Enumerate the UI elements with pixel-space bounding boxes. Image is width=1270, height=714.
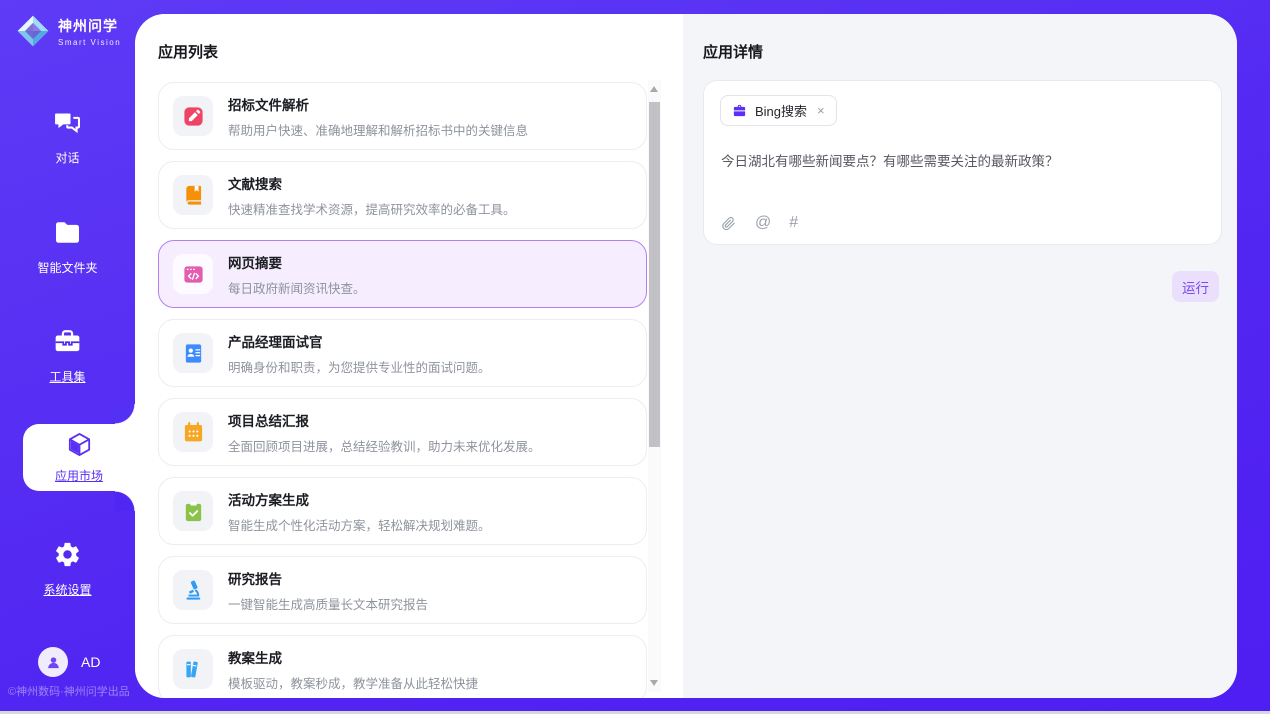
briefcase-icon [732, 103, 747, 118]
chat-icon [53, 108, 82, 142]
app-card-description: 每日政府新闻资讯快查。 [228, 278, 366, 297]
tool-tag-bing-search[interactable]: Bing搜索 × [720, 95, 837, 126]
app-card-8[interactable]: 教案生成模板驱动，教案秒成，教学准备从此轻松快捷 [158, 635, 647, 698]
diamond-gem-icon [15, 13, 51, 49]
sidebar-item-2[interactable]: 智能文件夹 [0, 218, 135, 276]
cube-icon [66, 431, 93, 463]
sidebar-item-3[interactable]: 工具集 [0, 327, 135, 385]
tool-tag-label: Bing搜索 [755, 101, 807, 120]
query-input[interactable]: 今日湖北有哪些新闻要点？有哪些需要关注的最新政策？ [721, 152, 1205, 172]
main-panel: 应用列表 招标文件解析帮助用户快速、准确地理解和解析招标书中的关键信息文献搜索快… [135, 14, 1237, 698]
app-card-2[interactable]: 文献搜索快速精准查找学术资源，提高研究效率的必备工具。 [158, 161, 647, 229]
sidebar: 神州问学 Smart Vision 对话智能文件夹工具集应用市场系统设置 AD … [0, 0, 135, 714]
app-card-title: 招标文件解析 [228, 94, 528, 114]
clipboard-check-icon [173, 491, 213, 531]
scroll-down-arrow-icon[interactable] [650, 680, 658, 686]
at-icon[interactable]: @ [755, 214, 771, 232]
app-card-title: 研究报告 [228, 568, 428, 588]
app-card-title: 活动方案生成 [228, 489, 491, 509]
user-name: AD [81, 654, 100, 670]
resume-icon [173, 333, 213, 373]
brand-subtitle: Smart Vision [58, 38, 121, 47]
run-button[interactable]: 运行 [1172, 271, 1219, 302]
scrollbar-thumb[interactable] [649, 102, 660, 447]
book-icon [173, 175, 213, 215]
app-card-title: 文献搜索 [228, 173, 516, 193]
app-card-1[interactable]: 招标文件解析帮助用户快速、准确地理解和解析招标书中的关键信息 [158, 82, 647, 150]
app-card-title: 产品经理面试官 [228, 331, 491, 351]
paperclip-icon[interactable] [720, 215, 737, 232]
brand-name: 神州问学 [58, 16, 121, 36]
app-card-6[interactable]: 活动方案生成智能生成个性化活动方案，轻松解决规划难题。 [158, 477, 647, 545]
app-detail-pane: 应用详情 Bing搜索 × 今日湖北有哪些新闻要点？有哪些需要关注的最新政策？ … [683, 14, 1237, 698]
app-card-7[interactable]: 研究报告一键智能生成高质量长文本研究报告 [158, 556, 647, 624]
toolbox-icon [53, 327, 82, 361]
app-card-list: 招标文件解析帮助用户快速、准确地理解和解析招标书中的关键信息文献搜索快速精准查找… [158, 82, 647, 698]
app-card-description: 模板驱动，教案秒成，教学准备从此轻松快捷 [228, 673, 478, 692]
app-card-description: 明确身份和职责，为您提供专业性的面试问题。 [228, 357, 491, 376]
scroll-up-arrow-icon[interactable] [650, 86, 658, 92]
sidebar-item-4[interactable]: 应用市场 [23, 424, 135, 491]
browser-code-icon [173, 254, 213, 294]
user-icon [45, 654, 62, 671]
app-list-pane: 应用列表 招标文件解析帮助用户快速、准确地理解和解析招标书中的关键信息文献搜索快… [135, 14, 683, 698]
list-scrollbar[interactable] [648, 80, 661, 692]
app-card-title: 网页摘要 [228, 252, 366, 272]
app-window: 神州问学 Smart Vision 对话智能文件夹工具集应用市场系统设置 AD … [0, 0, 1270, 714]
books-icon [173, 649, 213, 689]
app-card-description: 全面回顾项目进展，总结经验教训，助力未来优化发展。 [228, 436, 541, 455]
sidebar-item-5[interactable]: 系统设置 [0, 540, 135, 598]
app-card-4[interactable]: 产品经理面试官明确身份和职责，为您提供专业性的面试问题。 [158, 319, 647, 387]
sidebar-item-label: 对话 [55, 149, 79, 166]
app-detail-title: 应用详情 [703, 41, 763, 62]
user-chip[interactable]: AD [38, 647, 100, 677]
folder-icon [53, 218, 82, 252]
app-card-description: 帮助用户快速、准确地理解和解析招标书中的关键信息 [228, 120, 528, 139]
hash-icon[interactable]: # [789, 214, 798, 232]
app-card-5[interactable]: 项目总结汇报全面回顾项目进展，总结经验教训，助力未来优化发展。 [158, 398, 647, 466]
app-card-title: 教案生成 [228, 647, 478, 667]
copyright-text: ©神州数码·神州问学出品 [8, 683, 130, 699]
app-list-title: 应用列表 [158, 41, 218, 62]
gear-icon [53, 540, 82, 574]
app-card-description: 快速精准查找学术资源，提高研究效率的必备工具。 [228, 199, 516, 218]
app-card-description: 一键智能生成高质量长文本研究报告 [228, 594, 428, 613]
sidebar-item-label: 应用市场 [55, 467, 103, 484]
brand-logo: 神州问学 Smart Vision [15, 13, 121, 49]
sidebar-item-label: 智能文件夹 [37, 259, 97, 276]
sidebar-item-1[interactable]: 对话 [0, 108, 135, 166]
app-card-description: 智能生成个性化活动方案，轻松解决规划难题。 [228, 515, 491, 534]
avatar [38, 647, 68, 677]
sidebar-item-label: 系统设置 [43, 581, 91, 598]
tag-close-icon[interactable]: × [817, 104, 825, 117]
query-card: Bing搜索 × 今日湖北有哪些新闻要点？有哪些需要关注的最新政策？ @ # [703, 80, 1222, 245]
app-card-3[interactable]: 网页摘要每日政府新闻资讯快查。 [158, 240, 647, 308]
app-card-title: 项目总结汇报 [228, 410, 541, 430]
attachment-toolbar: @ # [720, 214, 798, 232]
microscope-icon [173, 570, 213, 610]
calendar-icon [173, 412, 213, 452]
sidebar-item-label: 工具集 [49, 368, 85, 385]
edit-square-icon [173, 96, 213, 136]
